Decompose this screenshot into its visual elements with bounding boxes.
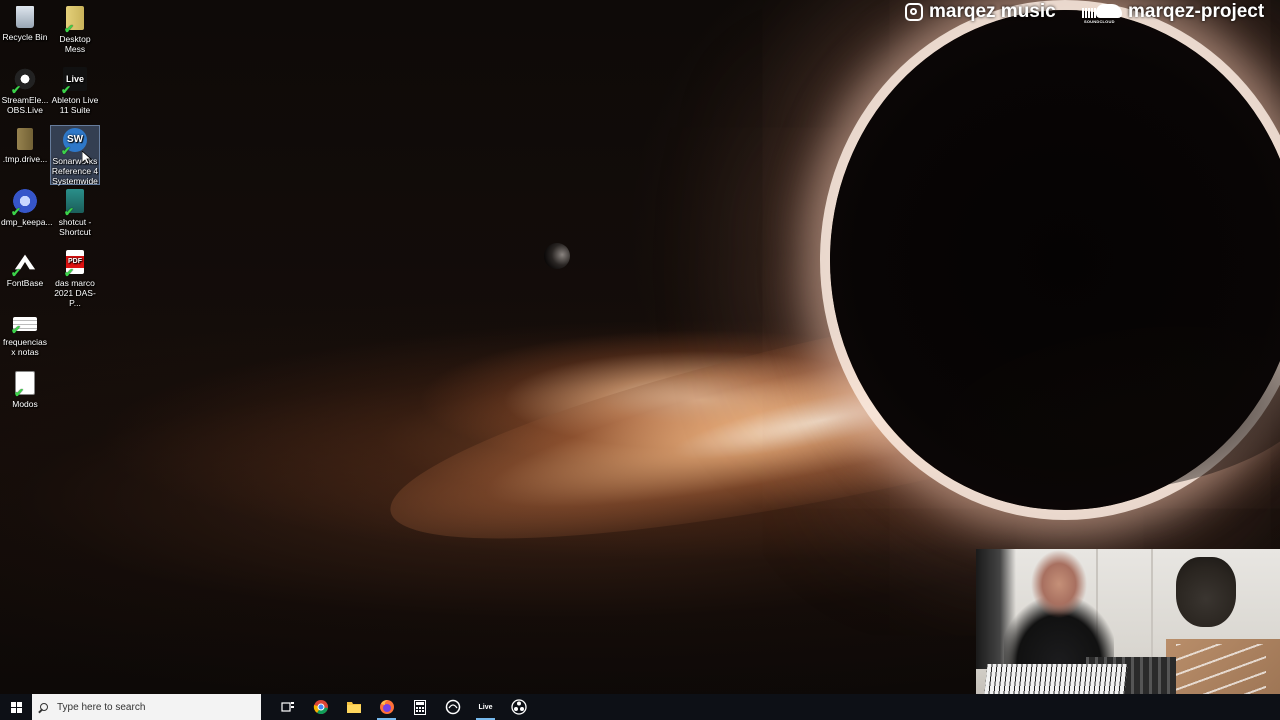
tmp-drive-icon [17, 128, 33, 150]
soundcloud-text: marqez-project [1128, 1, 1265, 22]
start-button[interactable] [0, 694, 32, 720]
ableton-taskbar-icon: Live [478, 703, 493, 711]
desktop-icon-label: Modos [12, 399, 38, 409]
keepass-icon: ✔ [11, 189, 37, 218]
chrome-icon [313, 700, 328, 715]
pdf-file-icon: PDF ✔ [64, 250, 84, 279]
desktop-icon-label: Recycle Bin [2, 32, 48, 42]
desktop-icon-label: dmp_keepa... [1, 217, 53, 227]
firefox-icon [379, 700, 394, 714]
instagram-text: marqez music [929, 1, 1056, 22]
desktop-icon-shotcut[interactable]: ✔ shotcut - Shortcut [51, 189, 99, 237]
desktop-icon-label: StreamEle... OBS.Live [1, 95, 49, 115]
desktop-icon-keepass[interactable]: ✔ dmp_keepa... [1, 189, 53, 227]
taskbar-calculator[interactable] [403, 694, 436, 720]
task-view-icon [280, 702, 294, 712]
desktop-icon-label: FontBase [6, 278, 44, 288]
desktop-icon-label: .tmp.drive... [2, 154, 48, 164]
desktop-icon-ableton[interactable]: Live ✔ Ableton Live 11 Suite [51, 67, 99, 115]
streamelements-icon: ✔ [11, 67, 37, 96]
taskbar-ableton[interactable]: Live [469, 694, 502, 720]
taskbar-firefox[interactable] [370, 694, 403, 720]
file-explorer-icon [346, 702, 361, 713]
document-icon: ✔ [14, 371, 35, 399]
search-icon [40, 703, 48, 711]
folder-archive-icon: ✔ [64, 6, 84, 35]
taskbar-sonarworks[interactable] [436, 694, 469, 720]
desktop-icon-streamelements[interactable]: ✔ StreamEle... OBS.Live [1, 67, 49, 115]
taskbar-chrome[interactable] [304, 694, 337, 720]
obs-icon [510, 699, 527, 715]
taskbar-search[interactable] [32, 694, 261, 720]
taskbar-file-explorer[interactable] [337, 694, 370, 720]
desktop-icon-modos[interactable]: ✔ Modos [1, 371, 49, 409]
shotcut-icon: ✔ [64, 189, 84, 218]
desktop-icon-label: das marco 2021 DAS-P... [54, 278, 96, 308]
instagram-icon [905, 3, 923, 21]
soundcloud-icon: SOUNDCLOUD [1082, 2, 1122, 24]
desktop-icon-label: Ableton Live 11 Suite [51, 95, 99, 115]
taskbar: Live [0, 694, 1280, 720]
desktop-icon-pdf[interactable]: PDF ✔ das marco 2021 DAS-P... [51, 250, 99, 308]
instagram-handle: marqez music [905, 0, 1056, 24]
desktop-icon-recycle-bin[interactable]: Recycle Bin [1, 6, 49, 42]
spreadsheet-icon: ✔ [11, 317, 37, 336]
windows-icon [10, 701, 22, 713]
recycle-bin-icon [16, 6, 34, 28]
desktop-icon-fontbase[interactable]: ✔ FontBase [1, 250, 49, 288]
desktop-icon-label: shotcut - Shortcut [58, 217, 92, 237]
fontbase-icon: ✔ [11, 250, 37, 279]
taskbar-obs[interactable] [502, 694, 535, 720]
sonarworks-icon: SW ✔ [61, 128, 87, 157]
planet [544, 243, 570, 269]
calculator-icon [413, 699, 426, 715]
desktop-icon-tmp-drive[interactable]: .tmp.drive... [1, 128, 49, 164]
mouse-cursor-icon [82, 151, 92, 165]
soundcloud-mark: SOUNDCLOUD [1084, 19, 1115, 24]
desktop-icon-label: Desktop Mess [59, 34, 91, 54]
soundcloud-handle: SOUNDCLOUD marqez-project [1082, 0, 1264, 24]
desktop-icon-desktop-mess[interactable]: ✔ Desktop Mess [51, 6, 99, 54]
taskbar-task-view[interactable] [271, 694, 304, 720]
desktop-icon-label: frequencias x notas [3, 337, 47, 357]
sonarworks-taskbar-icon [445, 699, 460, 715]
search-input[interactable] [57, 701, 237, 713]
desktop-icon-frequencias[interactable]: ✔ frequencias x notas [1, 317, 49, 357]
ableton-live-icon: Live ✔ [61, 67, 87, 96]
